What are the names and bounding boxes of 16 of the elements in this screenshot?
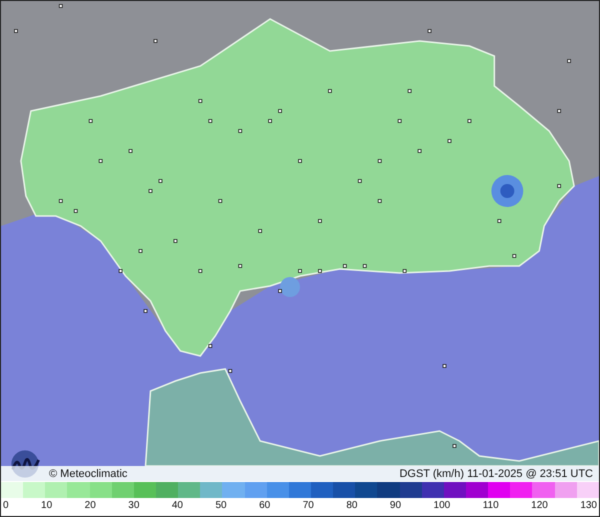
scale-label: 90 [390, 500, 402, 511]
scale-label: 30 [128, 500, 140, 511]
scale-label: 120 [531, 500, 548, 511]
scale-label: 80 [346, 500, 358, 511]
scale-label: 10 [41, 500, 52, 511]
scale-label: 100 [434, 500, 450, 511]
scale-label: 0 [3, 500, 9, 511]
scale-label: 130 [580, 500, 597, 511]
scale-label: 50 [215, 500, 227, 511]
scale-label: 20 [84, 500, 96, 511]
scale-label: 70 [302, 500, 314, 511]
scale-label: 60 [259, 500, 270, 511]
copyright-text: © Meteoclimatic [49, 468, 128, 480]
map-caption: DGST (km/h) 11-01-2025 @ 23:51 UTC [399, 468, 593, 480]
scale-label: 40 [172, 500, 183, 511]
scale-label: 110 [482, 500, 499, 511]
